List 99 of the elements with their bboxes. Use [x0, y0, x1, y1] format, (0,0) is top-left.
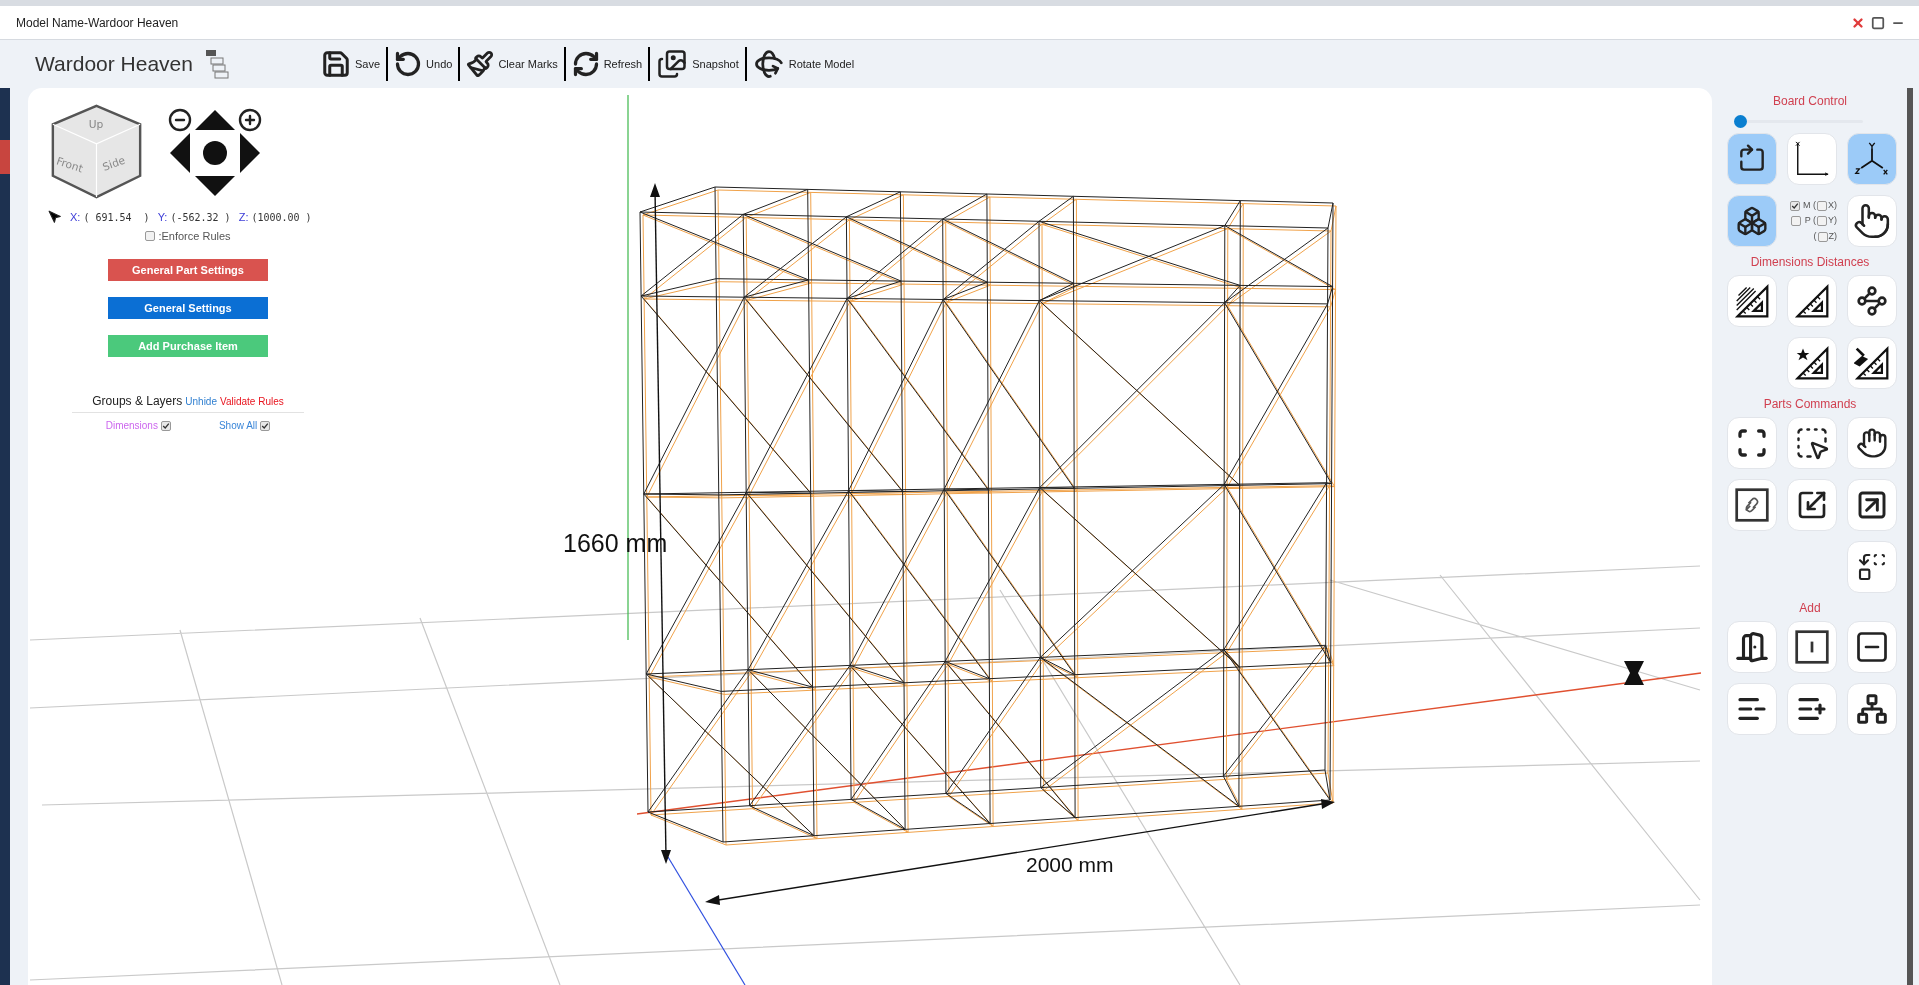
pan-up-icon[interactable]: [195, 109, 235, 130]
tool-button[interactable]: [1727, 417, 1777, 469]
pan-right-icon[interactable]: [239, 133, 260, 173]
tool-button[interactable]: [1847, 479, 1897, 531]
zoom-out-icon[interactable]: [168, 107, 193, 132]
axes-icon: [1793, 140, 1831, 178]
snap-label: (: [1812, 229, 1817, 243]
zoom-in-icon[interactable]: [237, 107, 262, 132]
focus-frame-icon: [1736, 427, 1768, 459]
tool-button[interactable]: [1787, 417, 1837, 469]
checkbox[interactable]: [1817, 216, 1827, 226]
checkbox[interactable]: [1817, 200, 1827, 211]
cursor-arrow-icon: [48, 210, 62, 225]
tool-button[interactable]: [1787, 621, 1837, 673]
tool-button[interactable]: [1847, 337, 1897, 389]
axis-label: Y): [1828, 214, 1837, 228]
checkbox[interactable]: [1817, 231, 1828, 242]
rotate-icon: [752, 49, 785, 79]
cubes-icon: [1736, 205, 1768, 237]
window-title: Model Name-Wardoor Heaven: [16, 14, 179, 32]
panel-section-title: Parts Commands: [1763, 396, 1857, 413]
pan-down-icon[interactable]: [195, 176, 235, 197]
route-icon: [1856, 285, 1888, 317]
axis-label: Z:: [238, 210, 249, 225]
tool-button[interactable]: [1847, 541, 1897, 593]
settings-button[interactable]: General Part Settings: [108, 259, 268, 281]
coordinate-value: (-562.32 ): [170, 210, 231, 225]
door-icon: [1735, 630, 1769, 664]
close-icon[interactable]: [1851, 15, 1865, 30]
checkbox[interactable]: [1789, 200, 1800, 211]
toolbar-button[interactable]: Snapshot: [656, 49, 739, 79]
hand-icon: [1853, 202, 1891, 240]
dimension-label: 2000 mm: [1026, 852, 1114, 878]
snap-label: M (: [1802, 198, 1816, 212]
panel-section-title: Board Control: [1772, 93, 1847, 110]
toolbar-button[interactable]: Rotate Model: [752, 49, 855, 79]
tool-button[interactable]: [1727, 479, 1777, 531]
maximize-icon[interactable]: [1871, 15, 1885, 30]
tool-button[interactable]: [1787, 479, 1837, 531]
tool-button[interactable]: [1727, 275, 1777, 327]
axes-icon: [1854, 141, 1890, 177]
slider-thumb[interactable]: [1733, 115, 1747, 128]
layer-label: Dimensions: [105, 419, 158, 433]
scrollbar[interactable]: [1907, 88, 1913, 985]
section-title: Groups & Layers: [92, 393, 183, 410]
tool-button[interactable]: [1787, 337, 1837, 389]
tool-button[interactable]: [1787, 683, 1837, 735]
toolbar-button[interactable]: Refresh: [571, 50, 643, 78]
checkbox[interactable]: [1791, 216, 1802, 226]
checkbox-label: :Enforce Rules: [158, 228, 231, 244]
tool-button[interactable]: [1727, 621, 1777, 673]
checkbox[interactable]: [260, 420, 271, 431]
toolbar-button[interactable]: Undo: [394, 50, 453, 78]
axis-label: X:: [70, 210, 81, 225]
axis-label: X): [1828, 198, 1837, 212]
layers-icon: [205, 49, 229, 79]
undo-icon: [394, 50, 423, 78]
tool-button[interactable]: [1847, 133, 1897, 185]
tool-button[interactable]: [1847, 621, 1897, 673]
tool-button[interactable]: [1847, 683, 1897, 735]
swap-icon: [1856, 551, 1888, 583]
hand-icon: [1856, 427, 1888, 459]
app-title: Wardoor Heaven: [35, 51, 194, 78]
panel-section-title: Dimensions Distances: [1750, 254, 1870, 271]
tool-button[interactable]: [1847, 417, 1897, 469]
tool-button[interactable]: [1787, 133, 1837, 185]
tool-button[interactable]: [1727, 683, 1777, 735]
link[interactable]: Validate Rules: [220, 393, 284, 409]
link[interactable]: Unhide: [185, 393, 217, 409]
tool-button[interactable]: [1727, 133, 1777, 185]
pan-left-icon[interactable]: [170, 133, 191, 173]
axis-label: Z): [1828, 229, 1837, 243]
side-strip-marker: [0, 140, 10, 174]
checkbox[interactable]: [145, 230, 156, 241]
coordinate-value: (1000.00 ): [251, 210, 312, 225]
toolbar-button[interactable]: Clear Marks: [466, 50, 558, 78]
refresh-icon: [571, 50, 600, 78]
paintbrush-icon: [466, 50, 495, 78]
3d-viewport[interactable]: [28, 88, 1712, 985]
snap-label: P (: [1803, 214, 1816, 228]
resize-icon: [1796, 489, 1828, 521]
panel-section-title: Add: [1799, 600, 1821, 617]
settings-button[interactable]: General Settings: [108, 297, 268, 319]
link-icon: [1734, 487, 1770, 523]
tool-button[interactable]: [1727, 195, 1777, 247]
image-icon: [656, 49, 689, 79]
selection-icon: [1794, 425, 1830, 461]
axis-label: Y:: [157, 210, 168, 225]
save-icon: [321, 49, 351, 79]
hourglass-marker-icon[interactable]: [1624, 661, 1644, 685]
checkbox[interactable]: [160, 420, 171, 431]
tree-icon: [1856, 693, 1888, 725]
toolbar-button[interactable]: Save: [321, 49, 381, 79]
tool-button[interactable]: [1847, 195, 1897, 247]
center-view-icon[interactable]: [203, 141, 227, 165]
layer-label: Show All: [218, 419, 258, 433]
tool-button[interactable]: [1787, 275, 1837, 327]
coordinate-value: ( 691.54 ): [83, 210, 150, 225]
tool-button[interactable]: [1847, 275, 1897, 327]
